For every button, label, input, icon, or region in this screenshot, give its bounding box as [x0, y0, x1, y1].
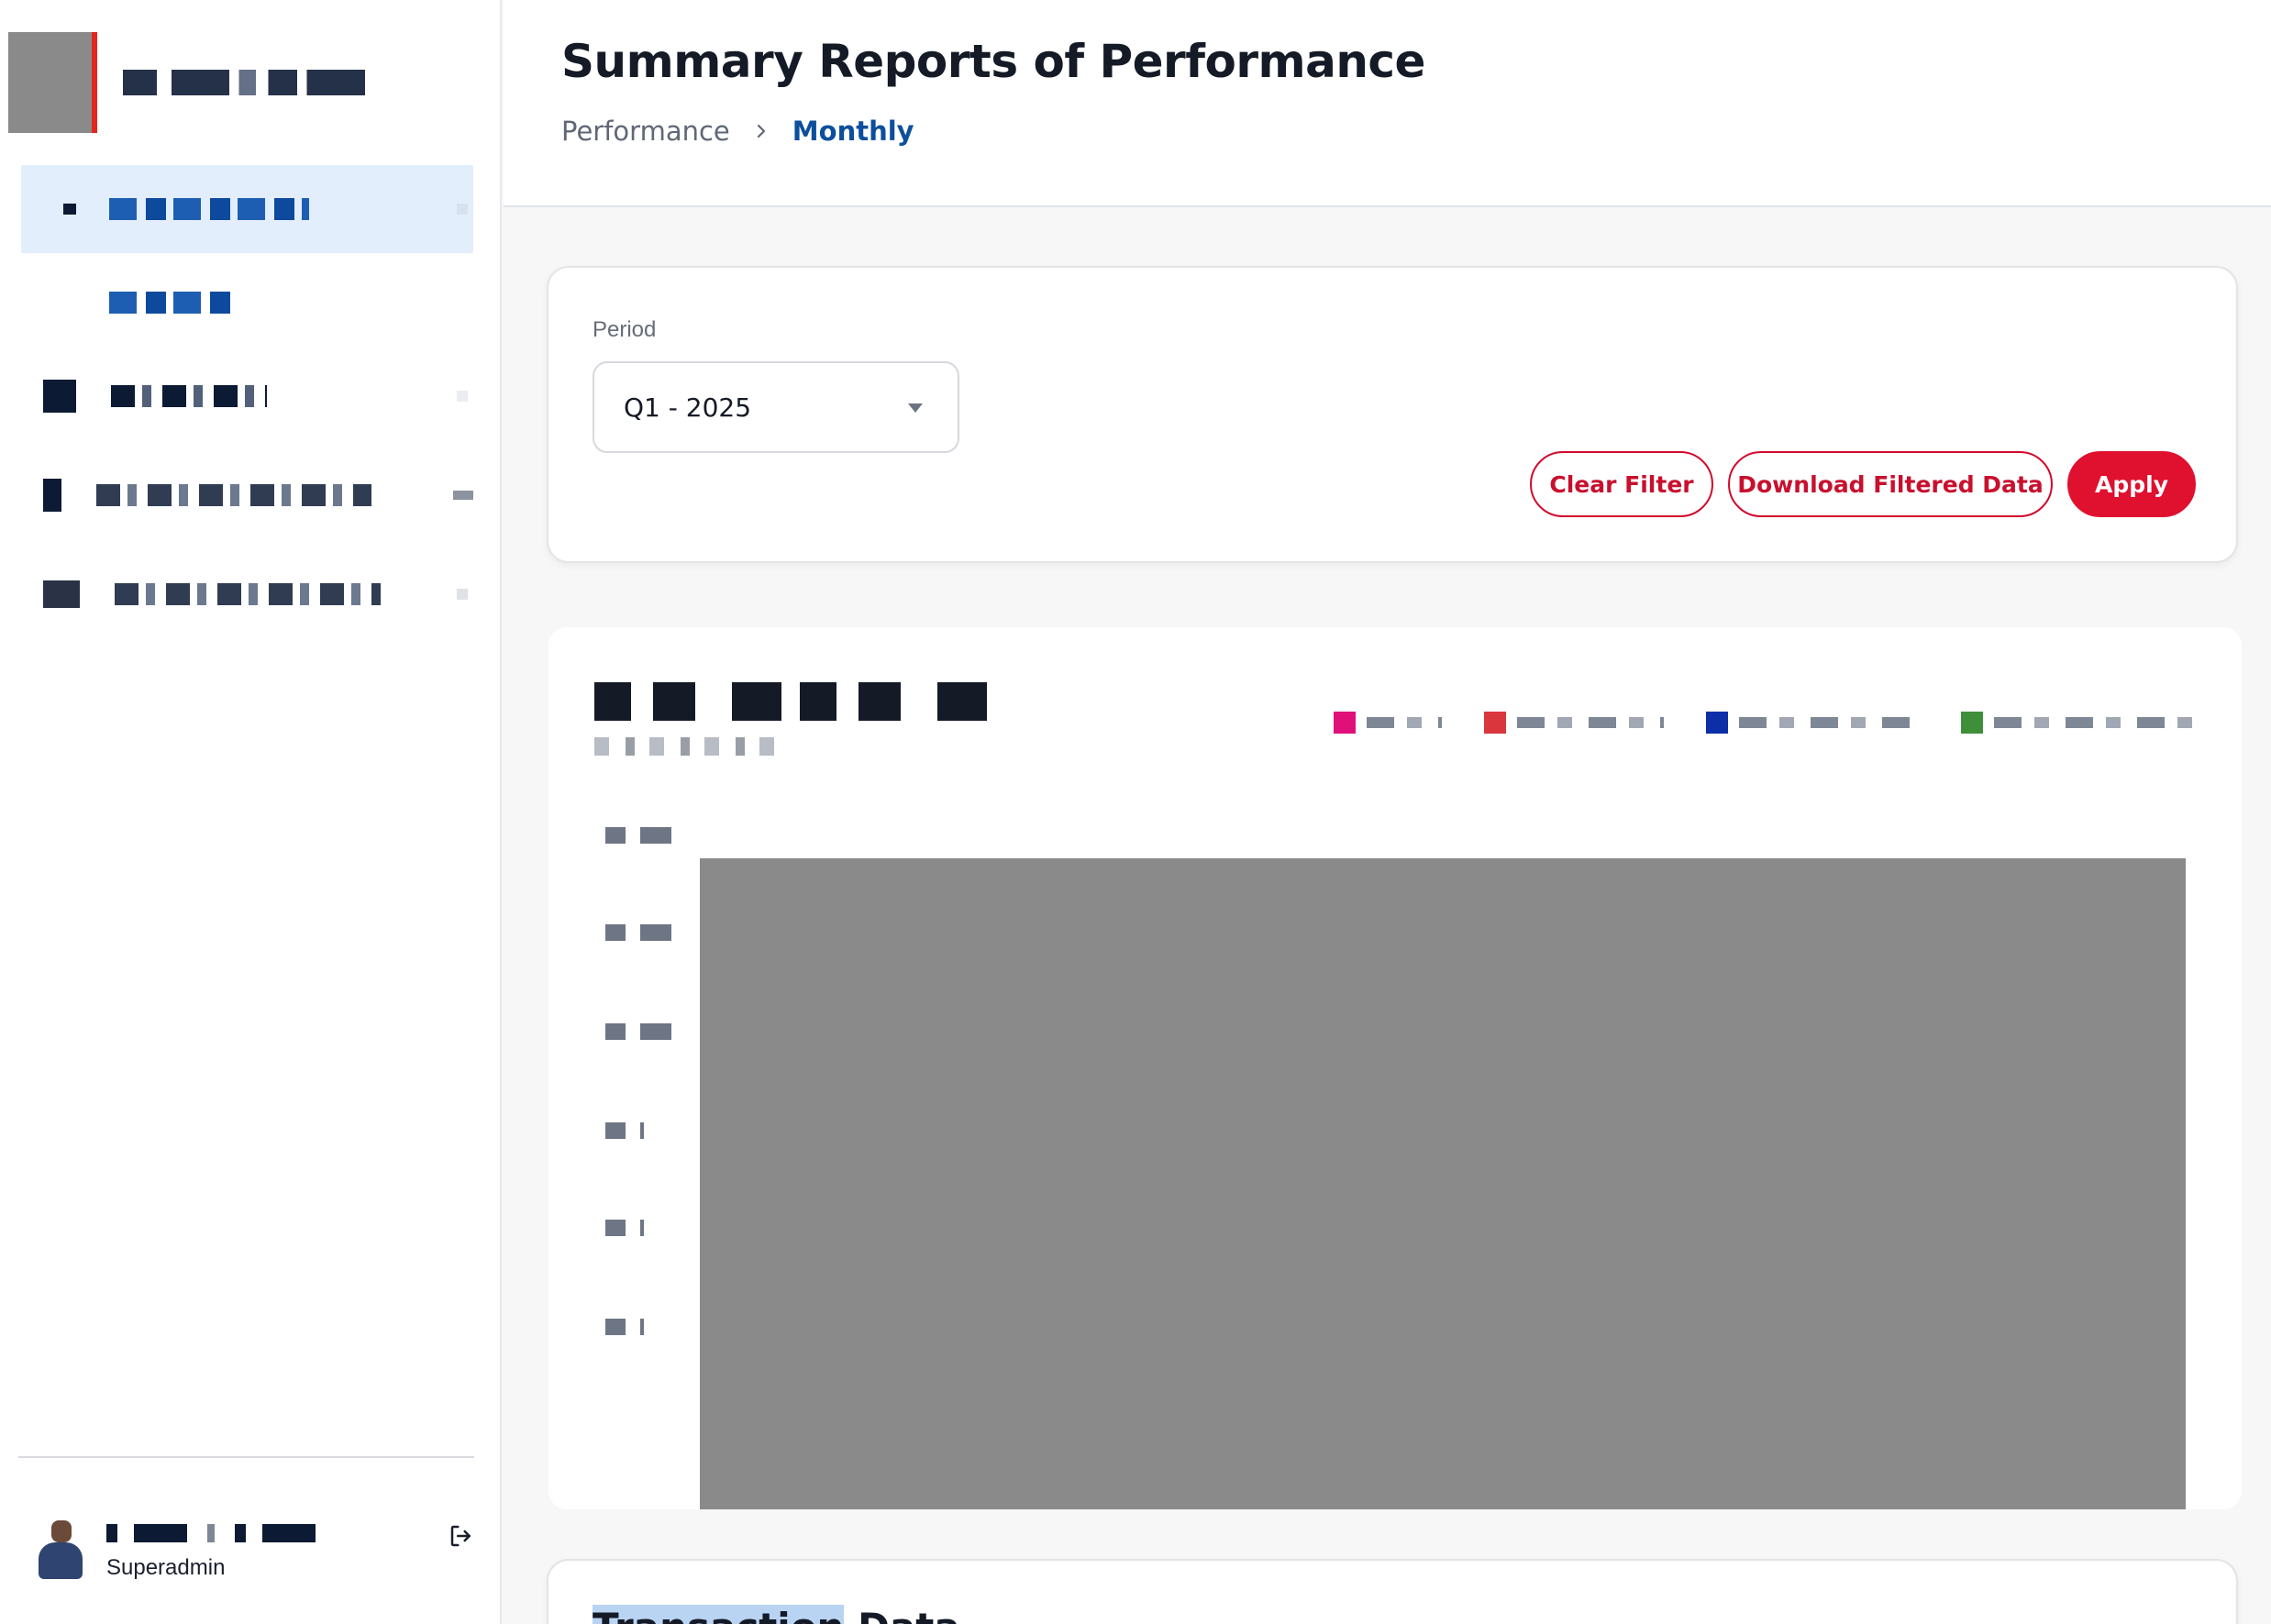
legend-swatch-blue	[1706, 712, 1728, 734]
legend-label-redacted	[1739, 717, 1919, 728]
brand-logo	[8, 32, 97, 133]
sidebar-item-label-redacted	[96, 484, 371, 506]
sidebar-item-1[interactable]	[21, 165, 473, 253]
period-select-value: Q1 - 2025	[624, 392, 752, 423]
brand[interactable]	[8, 32, 365, 133]
filter-card: Period Q1 - 2025 Clear Filter Download F…	[547, 266, 2238, 563]
y-axis-tick-redacted	[605, 1023, 671, 1040]
sidebar-divider	[18, 1456, 474, 1458]
logout-icon[interactable]	[448, 1522, 475, 1550]
user-role: Superadmin	[106, 1555, 226, 1580]
breadcrumb: Performance Monthly	[561, 116, 914, 147]
chart-card	[548, 627, 2242, 1509]
count-badge	[453, 491, 473, 500]
y-axis-tick-redacted	[605, 1122, 644, 1139]
legend-item[interactable]	[1961, 712, 2207, 734]
chart-plot-area-redacted	[700, 858, 2186, 1509]
brand-name-redacted	[123, 70, 365, 95]
y-axis-tick-redacted	[605, 1319, 644, 1335]
text-selection-highlight: Transaction	[593, 1605, 845, 1624]
nav-dot-icon	[63, 204, 76, 215]
chart-icon	[43, 479, 61, 512]
user-profile: Superadmin	[35, 1515, 475, 1588]
page-header: Summary Reports of Performance Performan…	[504, 0, 2271, 207]
legend-item[interactable]	[1484, 712, 1664, 734]
legend-item[interactable]	[1706, 712, 1919, 734]
transaction-data-title: Transaction Data	[593, 1605, 960, 1624]
sidebar-item-label-redacted	[111, 385, 267, 407]
sidebar-item-3[interactable]	[21, 451, 473, 539]
sidebar-subitem-1[interactable]	[21, 264, 473, 341]
page-title: Summary Reports of Performance	[561, 35, 1425, 88]
transaction-data-card: Transaction Data	[547, 1559, 2238, 1624]
chevron-right-icon	[757, 124, 765, 138]
user-name-redacted	[106, 1524, 321, 1542]
sidebar: Superadmin	[0, 0, 502, 1624]
sidebar-item-4[interactable]	[21, 550, 473, 638]
period-select[interactable]: Q1 - 2025	[593, 361, 959, 453]
legend-swatch-pink	[1334, 712, 1356, 734]
legend-label-redacted	[1517, 717, 1664, 728]
y-axis-tick-redacted	[605, 924, 671, 941]
legend-item[interactable]	[1334, 712, 1442, 734]
legend-swatch-red	[1484, 712, 1506, 734]
download-filtered-data-button[interactable]: Download Filtered Data	[1728, 451, 2053, 517]
app-root: Superadmin Summary Reports of Performanc…	[0, 0, 2271, 1624]
chart-subtitle-redacted	[594, 737, 787, 756]
document-icon	[43, 380, 76, 413]
chart-title-redacted	[594, 682, 991, 721]
settings-icon	[43, 580, 80, 608]
sidebar-item-2[interactable]	[21, 352, 473, 440]
chevron-down-icon	[457, 589, 468, 600]
apply-button[interactable]: Apply	[2067, 451, 2196, 517]
legend-label-redacted	[1367, 717, 1442, 728]
legend-label-redacted	[1994, 717, 2207, 728]
chart-legend	[1334, 712, 2207, 734]
sidebar-subitem-label-redacted	[109, 292, 232, 314]
avatar[interactable]	[35, 1519, 86, 1585]
clear-filter-button[interactable]: Clear Filter	[1530, 451, 1713, 517]
breadcrumb-parent-link[interactable]: Performance	[561, 116, 730, 147]
sidebar-item-label-redacted	[109, 198, 309, 220]
y-axis-tick-redacted	[605, 1220, 644, 1236]
y-axis-tick-redacted	[605, 827, 671, 844]
breadcrumb-current: Monthly	[792, 116, 914, 147]
sidebar-item-label-redacted	[115, 583, 381, 605]
chevron-down-icon	[457, 391, 468, 402]
sidebar-nav	[21, 165, 473, 649]
legend-swatch-green	[1961, 712, 1983, 734]
chevron-up-icon	[457, 204, 468, 215]
period-label: Period	[593, 317, 657, 342]
caret-down-icon	[908, 403, 923, 413]
